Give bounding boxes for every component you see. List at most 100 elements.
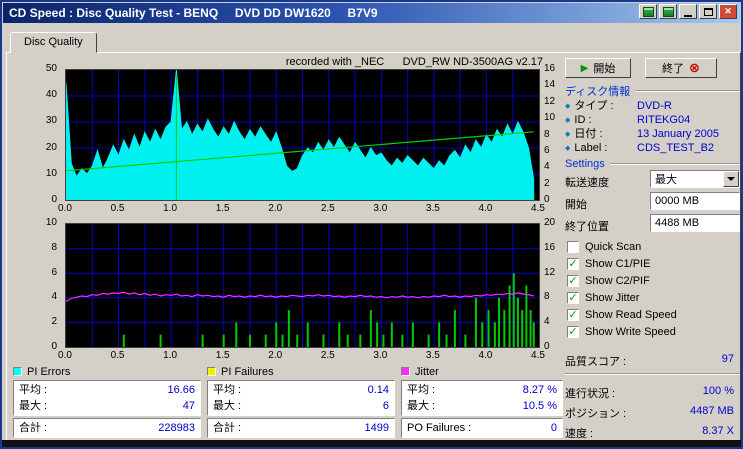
axis-tick-label: 40: [46, 89, 57, 100]
po-failures-value: 0: [551, 420, 557, 436]
checkbox-show-write-speed[interactable]: ✓ Show Write Speed: [567, 323, 740, 340]
settings-header: Settings: [565, 157, 740, 170]
speed-value: 8.37 X: [702, 425, 734, 437]
start-position-input[interactable]: [650, 192, 740, 210]
checkbox-quick-scan[interactable]: Quick Scan: [567, 238, 740, 255]
quality-score-label: 品質スコア :: [565, 353, 626, 369]
app-window: CD Speed : Disc Quality Test - BENQ DVD …: [0, 0, 743, 449]
checkbox-show-read-speed[interactable]: ✓Show Read Speed: [567, 306, 740, 323]
checkbox-box[interactable]: ✓: [567, 292, 579, 304]
exit-button[interactable]: 終了 ⊗: [645, 58, 717, 78]
pi-errors-y-axis-left: 50403020100: [35, 63, 61, 205]
po-failures-label: PO Failures :: [407, 422, 471, 434]
maximize-icon: [704, 8, 713, 16]
axis-tick-label: 16: [544, 242, 555, 253]
checkbox-label: Show Jitter: [585, 292, 639, 304]
start-position-label: 開始: [565, 196, 587, 212]
pi-failures-avg-value: 0.14: [368, 382, 389, 398]
axis-tick-label: 4: [51, 291, 57, 302]
minimize-button[interactable]: [679, 4, 697, 19]
tab-disc-quality[interactable]: Disc Quality: [10, 32, 97, 53]
transfer-speed-value: 最大: [651, 171, 723, 187]
disc-info-value: RITEKG04: [637, 113, 690, 127]
axis-tick-label: 1.0: [163, 350, 177, 361]
start-button[interactable]: ▶ 開始: [565, 58, 631, 78]
checkbox-label: Show Write Speed: [585, 326, 676, 338]
checkbox-show-jitter[interactable]: ✓ Show Jitter: [567, 289, 740, 306]
checkbox-box[interactable]: ✓: [567, 326, 579, 338]
diamond-bullet-icon: ◆: [565, 117, 570, 124]
axis-tick-label: 4: [544, 316, 550, 327]
disc-info-row: ◆タイプ :DVD-R: [565, 99, 740, 113]
pi-errors-avg-value: 16.66: [167, 382, 195, 398]
disc-info-row: ◆日付 :13 January 2005: [565, 127, 740, 141]
axis-tick-label: 10: [46, 217, 57, 228]
window-bottom-edge: [2, 440, 741, 447]
po-failures-box: PO Failures : 0: [401, 418, 563, 438]
axis-tick-label: 3.5: [426, 203, 440, 214]
axis-tick-label: 2.0: [268, 203, 282, 214]
axis-tick-label: 2.0: [268, 350, 282, 361]
close-button[interactable]: ✕: [719, 4, 737, 19]
disc-info-header-label: ディスク情報: [565, 83, 630, 99]
green-book-icon-2[interactable]: [659, 4, 677, 19]
axis-tick-label: 6: [544, 145, 550, 156]
panel-divider: [565, 373, 740, 375]
chevron-down-icon[interactable]: [723, 171, 739, 187]
pi-errors-y-axis-right: 1614121086420: [541, 63, 565, 205]
checkbox-label: Quick Scan: [585, 241, 641, 253]
checkbox-show-c2-pif[interactable]: ✓Show C2/PIF: [567, 272, 740, 289]
disc-info-label: 日付 :: [574, 128, 602, 140]
green-book-icon: [643, 7, 654, 17]
disc-info-label: タイプ :: [574, 100, 613, 112]
checkbox-box[interactable]: ✓: [567, 309, 579, 321]
axis-tick-label: 6: [51, 267, 57, 278]
avg-label: 平均 :: [407, 384, 435, 396]
checkbox-show-c1-pie[interactable]: ✓Show C1/PIE: [567, 255, 740, 272]
quality-score-value: 97: [722, 353, 734, 365]
axis-tick-label: 16: [544, 63, 555, 74]
axis-tick-label: 4.5: [531, 350, 545, 361]
jitter-stats: Jitter 平均 :8.27 % 最大 :10.5 % PO Failures…: [401, 365, 563, 438]
axis-tick-label: 8: [544, 129, 550, 140]
axis-tick-label: 50: [46, 63, 57, 74]
end-position-input[interactable]: [650, 214, 740, 232]
axis-tick-label: 2: [544, 178, 550, 189]
green-book-icon-1[interactable]: [639, 4, 657, 19]
axis-tick-label: 12: [544, 96, 555, 107]
axis-tick-label: 2: [51, 316, 57, 327]
pif-jitter-y-axis-right: 201612840: [541, 217, 565, 352]
axis-tick-label: 4: [544, 161, 550, 172]
pi-errors-legend-label: PI Errors: [27, 366, 70, 378]
disc-info-label: ID :: [574, 114, 591, 126]
pi-errors-swatch-icon: [13, 367, 22, 376]
axis-tick-label: 8: [544, 291, 550, 302]
diamond-bullet-icon: ◆: [565, 103, 570, 110]
axis-tick-label: 0.5: [111, 203, 125, 214]
green-book-icon: [663, 7, 674, 17]
max-label: 最大 :: [213, 400, 241, 412]
axis-tick-label: 1.5: [216, 350, 230, 361]
jitter-avg-max-box: 平均 :8.27 % 最大 :10.5 %: [401, 380, 563, 416]
jitter-avg-value: 8.27 %: [523, 382, 557, 398]
progress-label: 進行状況 :: [565, 385, 615, 401]
section-divider: [610, 163, 740, 165]
axis-tick-label: 3.0: [373, 350, 387, 361]
axis-tick-label: 3.0: [373, 203, 387, 214]
axis-tick-label: 12: [544, 267, 555, 278]
axis-tick-label: 4.5: [531, 203, 545, 214]
axis-tick-label: 0.0: [58, 203, 72, 214]
checkbox-box[interactable]: ✓: [567, 275, 579, 287]
window-title: CD Speed : Disc Quality Test - BENQ DVD …: [9, 6, 378, 20]
pi-failures-legend-label: PI Failures: [221, 366, 274, 378]
recorded-with-note: recorded with _NEC DVD_RW ND-3500AG v2.1…: [187, 56, 543, 68]
settings-checkbox-list: Quick Scan✓Show C1/PIE✓Show C2/PIF✓Show …: [567, 238, 740, 340]
axis-tick-label: 10: [46, 168, 57, 179]
maximize-button[interactable]: [699, 4, 717, 19]
jitter-max-value: 10.5 %: [523, 398, 557, 414]
checkbox-box[interactable]: [567, 241, 579, 253]
pi-failures-swatch-icon: [207, 367, 216, 376]
total-label: 合計 :: [19, 422, 47, 434]
checkbox-box[interactable]: ✓: [567, 258, 579, 270]
transfer-speed-select[interactable]: 最大: [650, 170, 740, 188]
